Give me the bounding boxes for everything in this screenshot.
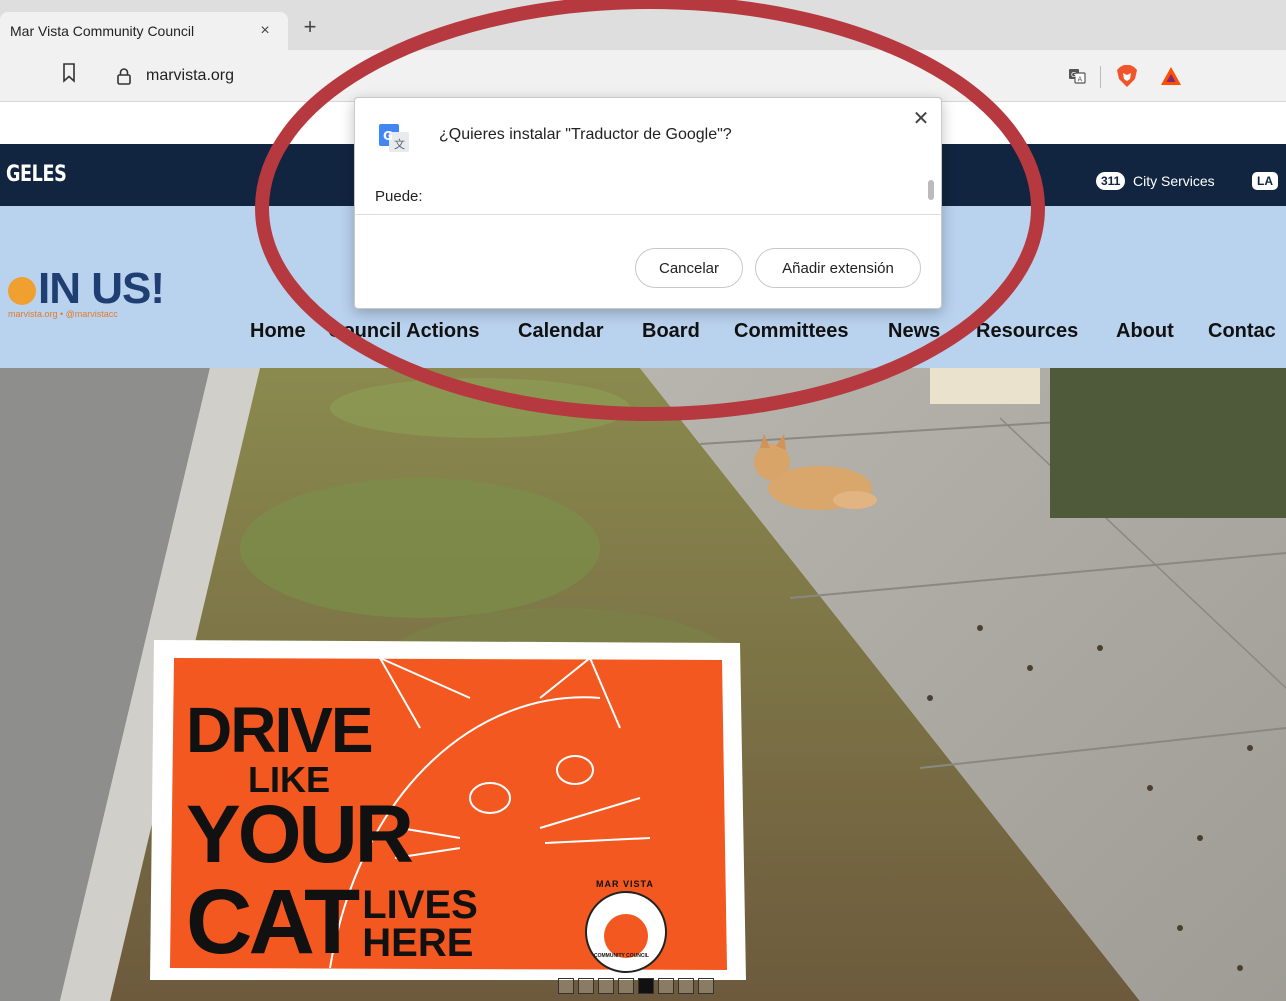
- tab-title: Mar Vista Community Council: [10, 23, 195, 39]
- nav-about[interactable]: About: [1116, 320, 1208, 343]
- join-o-dot: [8, 277, 36, 305]
- browser-window: Mar Vista Community Council × + marvista…: [0, 0, 1286, 1001]
- sign-line-cat-row: CAT LIVES HERE: [186, 876, 478, 968]
- gallery-dot[interactable]: [578, 978, 594, 994]
- gallery-dot[interactable]: [598, 978, 614, 994]
- dialog-scroll-thumb[interactable]: [928, 180, 934, 200]
- join-us-logo[interactable]: IN US!: [8, 264, 165, 314]
- google-translate-icon: G 文: [379, 124, 409, 152]
- seal-top-text: MAR VISTA: [596, 879, 654, 889]
- dialog-scrollbar[interactable]: [927, 178, 935, 210]
- gallery-indicator: [558, 978, 714, 994]
- tab-close-icon[interactable]: ×: [254, 22, 276, 40]
- sign-line-drive: DRIVE: [186, 694, 374, 766]
- join-text: IN US!: [38, 264, 165, 313]
- install-extension-dialog: G 文 ¿Quieres instalar "Traductor de Goog…: [354, 97, 942, 309]
- join-handles: marvista.org • @marvistacc: [8, 309, 118, 319]
- svg-text:G: G: [1071, 71, 1076, 79]
- sign-line-your: YOUR: [186, 789, 414, 880]
- sign-line-cat: CAT: [186, 871, 360, 973]
- nav-committees[interactable]: Committees: [734, 320, 888, 343]
- nav-news[interactable]: News: [888, 320, 976, 343]
- tab-mar-vista[interactable]: Mar Vista Community Council ×: [0, 12, 288, 50]
- la-badge[interactable]: LA: [1252, 172, 1278, 190]
- tab-bar: Mar Vista Community Council × +: [0, 0, 1286, 50]
- toolbar-separator: [1100, 66, 1101, 88]
- gallery-dot[interactable]: [658, 978, 674, 994]
- nav-council-actions[interactable]: Council Actions: [328, 320, 518, 343]
- 311-badge[interactable]: 311: [1096, 172, 1126, 190]
- bookmark-icon[interactable]: [62, 63, 76, 83]
- close-icon[interactable]: ✕: [911, 106, 931, 130]
- translate-icon[interactable]: G A: [1068, 68, 1086, 84]
- svg-text:A: A: [1078, 76, 1083, 84]
- main-nav: Home Council Actions Calendar Board Comm…: [250, 320, 1276, 343]
- sign-text: DRIVE LIKE YOUR CAT LIVES HERE: [186, 698, 478, 968]
- new-tab-button[interactable]: +: [298, 14, 322, 40]
- toolbar: marvista.org G A: [0, 50, 1286, 102]
- url-text[interactable]: marvista.org: [146, 67, 234, 85]
- seal-bottom-text: COMMUNITY COUNCIL: [594, 953, 649, 959]
- gallery-dot[interactable]: [678, 978, 694, 994]
- address-bar[interactable]: marvista.org: [102, 57, 1192, 95]
- sign-line-lives: LIVES: [362, 883, 478, 927]
- gallery-dot-active[interactable]: [638, 978, 654, 994]
- sign-line-here: HERE: [362, 921, 474, 965]
- dialog-title: ¿Quieres instalar "Traductor de Google"?: [439, 126, 732, 143]
- city-services-link[interactable]: City Services: [1133, 172, 1215, 190]
- dialog-subtitle: Puede:: [375, 188, 423, 205]
- cancel-button[interactable]: Cancelar: [635, 248, 743, 288]
- nav-resources[interactable]: Resources: [976, 320, 1116, 343]
- sign-lives-here: LIVES HERE: [362, 883, 478, 965]
- city-logo[interactable]: GELES: [6, 162, 67, 187]
- dialog-divider: [355, 214, 941, 215]
- gallery-dot[interactable]: [698, 978, 714, 994]
- gallery-dot[interactable]: [618, 978, 634, 994]
- bat-triangle-icon[interactable]: [1160, 66, 1182, 86]
- brave-lion-icon[interactable]: [1116, 64, 1138, 88]
- lock-icon[interactable]: [116, 67, 132, 85]
- gallery-dot[interactable]: [558, 978, 574, 994]
- add-extension-button[interactable]: Añadir extensión: [755, 248, 921, 288]
- hero-photo: DRIVE LIKE YOUR CAT LIVES HERE MAR VISTA…: [0, 368, 1286, 1001]
- svg-text:文: 文: [394, 137, 405, 151]
- nav-calendar[interactable]: Calendar: [518, 320, 642, 343]
- nav-contact[interactable]: Contac: [1208, 320, 1276, 343]
- nav-home[interactable]: Home: [250, 320, 328, 343]
- nav-board[interactable]: Board: [642, 320, 734, 343]
- svg-text:G: G: [383, 129, 393, 143]
